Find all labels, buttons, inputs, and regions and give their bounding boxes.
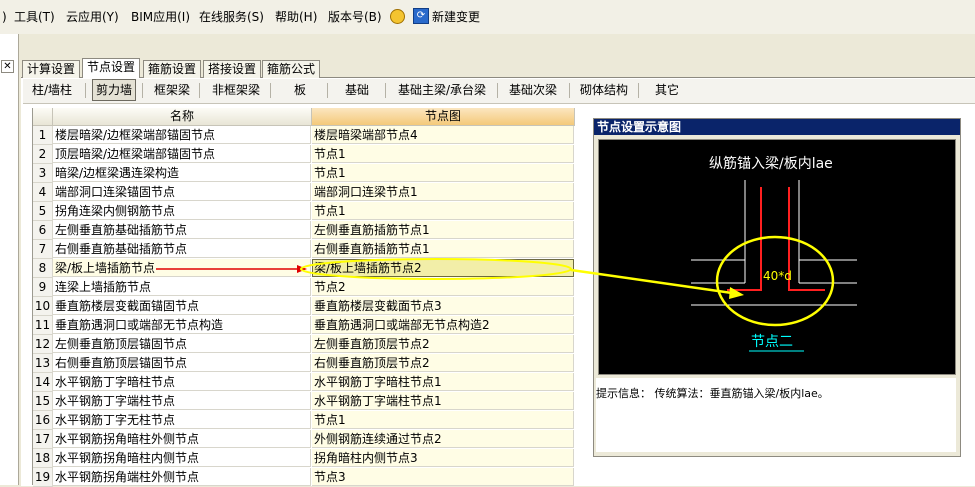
yellow-arrow-line — [570, 268, 733, 295]
callout-overlay — [300, 258, 744, 299]
yellow-arrowhead-icon — [729, 287, 744, 299]
yellow-highlight-ellipse — [300, 258, 572, 280]
